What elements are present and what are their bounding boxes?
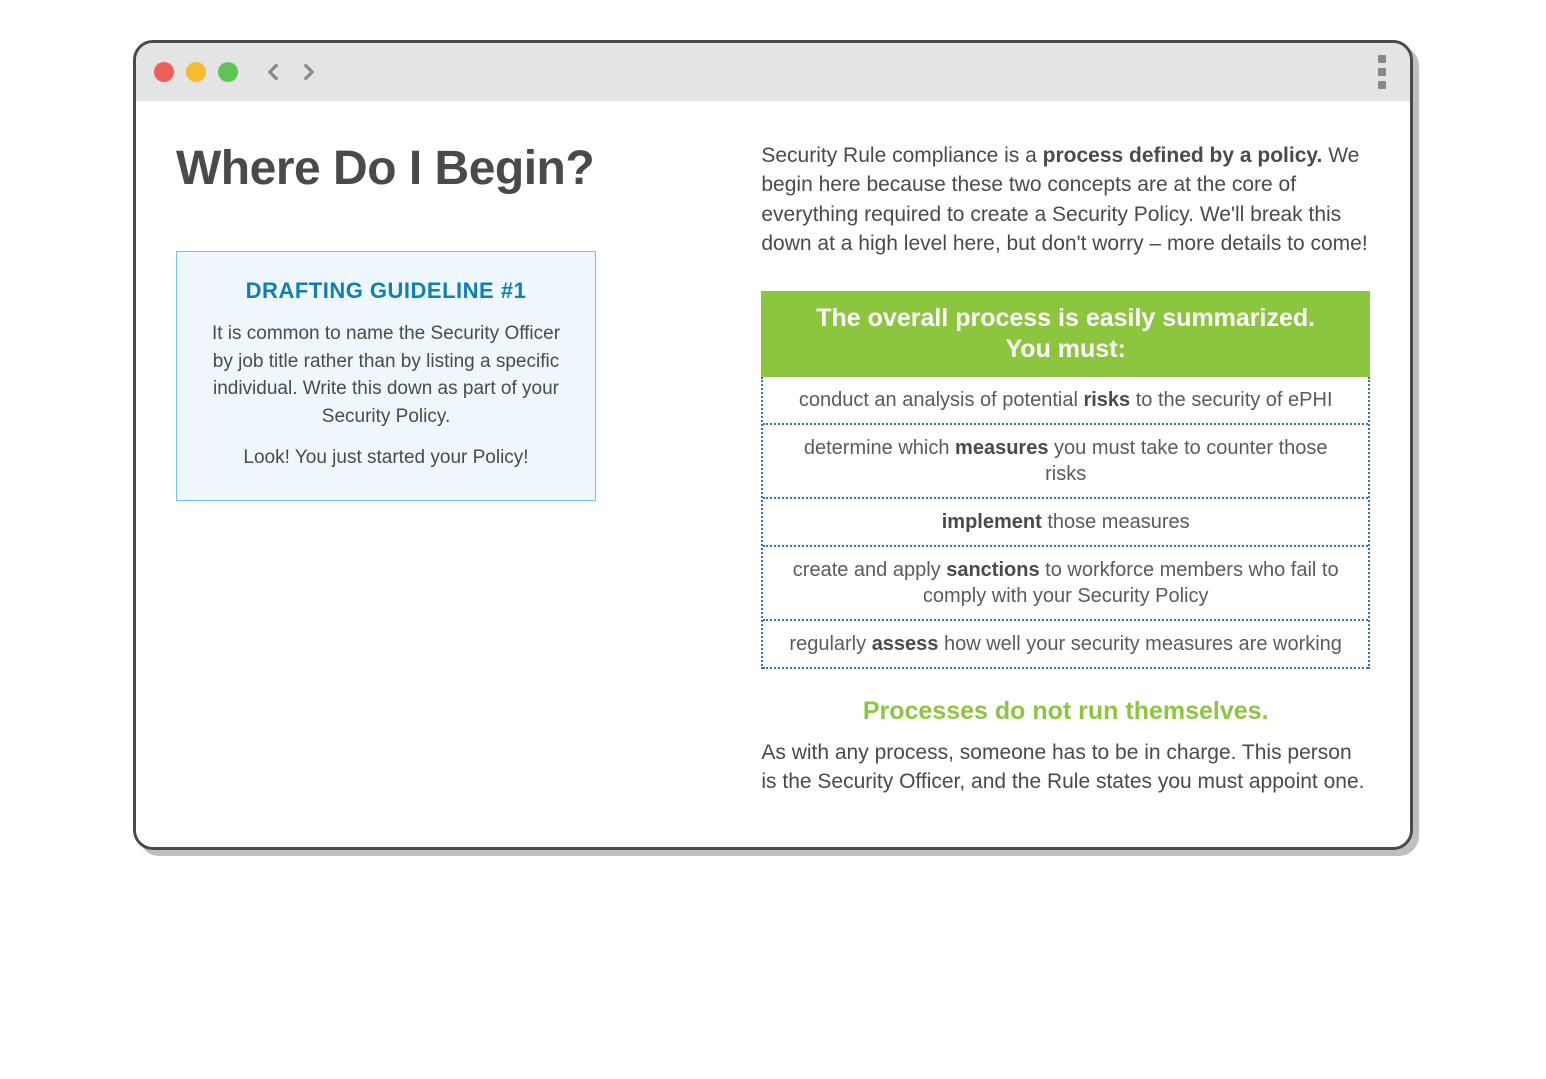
minimize-icon[interactable] [186,62,206,82]
menu-dot-icon [1378,81,1386,89]
callout-paragraph: It is common to name the Security Office… [205,320,567,430]
item-bold: risks [1083,389,1130,411]
intro-paragraph: Security Rule compliance is a process de… [761,141,1370,259]
item-text: how well your security measures are work… [938,633,1342,655]
list-item: regularly assess how well your security … [763,621,1368,669]
list-item: implement those measures [763,499,1368,547]
back-button[interactable] [260,59,286,85]
drafting-guideline-callout: DRAFTING GUIDELINE #1 It is common to na… [176,251,596,501]
item-bold: implement [942,511,1042,533]
item-text: determine which [804,437,955,459]
list-item: create and apply sanctions to workforce … [763,547,1368,621]
nav-arrows [260,59,322,85]
list-item: conduct an analysis of potential risks t… [763,377,1368,425]
intro-lead: Security Rule compliance is a [761,144,1042,167]
item-bold: sanctions [946,559,1039,581]
forward-button[interactable] [296,59,322,85]
closing-paragraph: As with any process, someone has to be i… [761,738,1370,797]
page-content: Where Do I Begin? DRAFTING GUIDELINE #1 … [136,101,1410,847]
titlebar [136,43,1410,101]
callout-title: DRAFTING GUIDELINE #1 [205,278,567,304]
process-header-line: The overall process is easily summarized… [816,304,1315,332]
item-text: you must take to counter those risks [1045,437,1327,485]
menu-dot-icon [1378,55,1386,63]
item-bold: measures [955,437,1048,459]
item-text: to the security of ePHI [1130,389,1332,411]
process-header-line: You must: [1005,335,1125,363]
left-column: Where Do I Begin? DRAFTING GUIDELINE #1 … [176,141,701,797]
window-controls [154,62,238,82]
item-bold: assess [872,633,939,655]
callout-paragraph: Look! You just started your Policy! [205,444,567,472]
item-text: conduct an analysis of potential [799,389,1084,411]
menu-dot-icon [1378,68,1386,76]
menu-button[interactable] [1372,49,1392,95]
item-text: those measures [1042,511,1190,533]
page-title: Where Do I Begin? [176,141,701,196]
close-icon[interactable] [154,62,174,82]
process-header: The overall process is easily summarized… [761,291,1370,378]
maximize-icon[interactable] [218,62,238,82]
list-item: determine which measures you must take t… [763,425,1368,499]
section-subhead: Processes do not run themselves. [761,697,1370,726]
right-column: Security Rule compliance is a process de… [761,141,1370,797]
callout-body: It is common to name the Security Office… [205,320,567,472]
process-list: conduct an analysis of potential risks t… [761,377,1370,669]
intro-bold: process defined by a policy. [1043,144,1323,167]
item-text: create and apply [793,559,946,581]
browser-window: Where Do I Begin? DRAFTING GUIDELINE #1 … [133,40,1413,850]
process-summary-box: The overall process is easily summarized… [761,291,1370,670]
chevron-left-icon [260,59,286,85]
item-text: regularly [789,633,871,655]
chevron-right-icon [296,59,322,85]
